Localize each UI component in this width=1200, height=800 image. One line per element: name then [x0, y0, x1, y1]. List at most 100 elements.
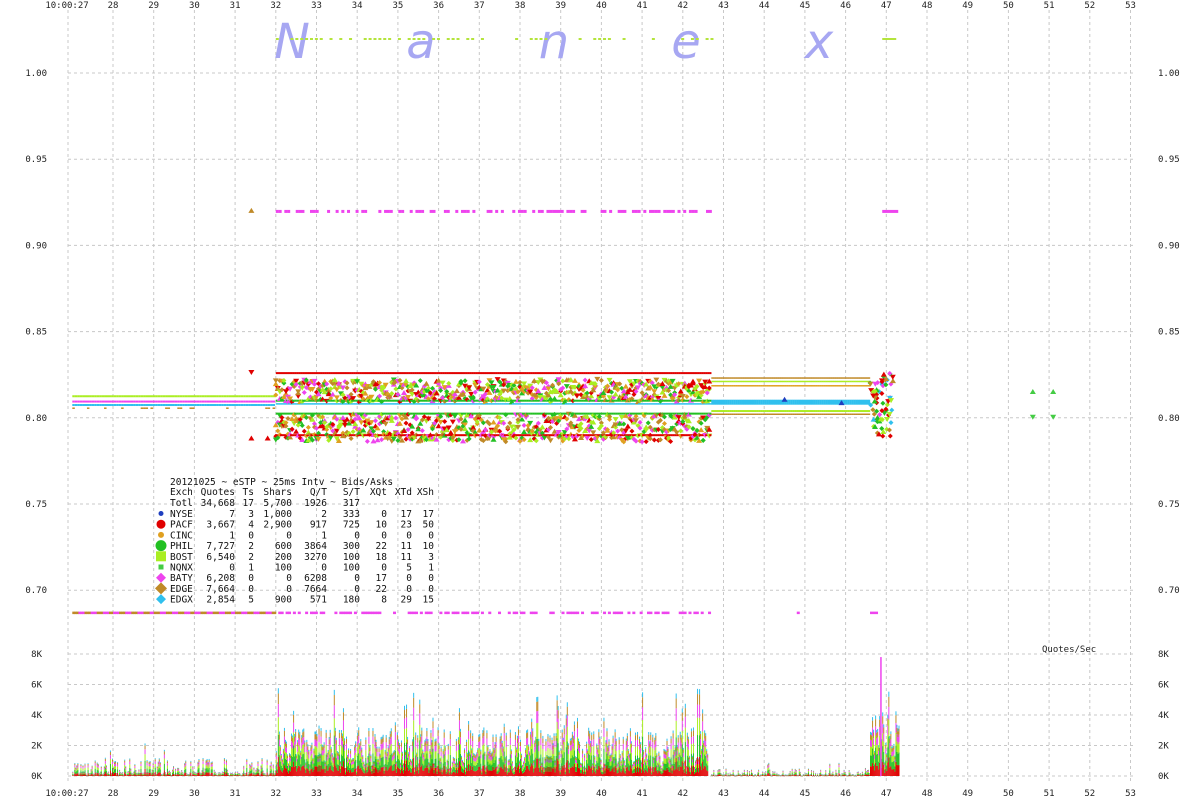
quote-tick [310, 372, 313, 375]
volume-bar [139, 775, 141, 776]
quote-tick [662, 372, 665, 375]
quote-tick [167, 395, 171, 398]
quote-tick [579, 403, 582, 405]
volume-bar [198, 768, 200, 773]
volume-bar [143, 775, 145, 776]
volume-bar [199, 774, 201, 776]
volume-bar [278, 755, 280, 767]
quote-tick [863, 377, 867, 379]
quote-tick [416, 412, 419, 415]
quote-tick [302, 399, 305, 402]
quote-tick [430, 412, 433, 415]
quote-tick [821, 377, 824, 379]
quote-tick [524, 372, 527, 375]
quote-tick [385, 412, 388, 415]
volume-bar [148, 769, 150, 773]
quote-tick [794, 380, 797, 383]
volume-bar [264, 775, 266, 776]
volume-bar [87, 763, 89, 765]
volume-bar [221, 773, 223, 776]
volume-bar [128, 774, 130, 776]
volume-bar [256, 774, 258, 776]
quote-tick [843, 410, 846, 413]
quote-dash [388, 38, 392, 40]
volume-bar [109, 770, 111, 776]
quote-tick [235, 404, 239, 407]
volume-bar [111, 772, 113, 776]
quote-tick [416, 434, 419, 437]
quote-tick [349, 434, 352, 437]
stats-row: 2,854 [206, 595, 235, 606]
quote-tick [774, 380, 777, 383]
quote-tick [199, 395, 202, 398]
quote-tick [497, 372, 500, 375]
quote-dash [471, 38, 475, 40]
quote-tick [546, 209, 550, 213]
quote-tick [786, 385, 789, 387]
quote-tick [849, 380, 852, 383]
volume-bar [251, 772, 253, 776]
volume-bar [125, 768, 127, 770]
volume-bar [145, 773, 147, 774]
quote-tick [327, 209, 331, 213]
quote-tick [684, 434, 688, 437]
quote-tick [391, 403, 394, 405]
quote-tick [542, 372, 545, 375]
volume-bar [283, 730, 285, 737]
quote-tick [338, 372, 342, 375]
quote-tick [670, 412, 673, 415]
quote-tick [528, 434, 531, 437]
quote-tick [123, 404, 127, 407]
quote-tick [741, 385, 745, 387]
quote-tick [865, 377, 869, 379]
quote-tick [491, 412, 494, 415]
volume-bar [246, 761, 248, 765]
quote-tick [707, 399, 710, 402]
quote-tick [96, 400, 100, 403]
quote-tick [660, 403, 663, 405]
quote-dash [534, 38, 538, 40]
quote-tick [536, 372, 539, 375]
volume-bar [173, 769, 175, 772]
volume-bar [278, 739, 280, 747]
quote-tick [475, 372, 478, 375]
quote-tick [733, 380, 736, 383]
volume-bar [192, 773, 194, 776]
quote-tick [806, 385, 810, 387]
quote-tick [448, 372, 451, 375]
quote-tick [546, 372, 549, 375]
quote-tick [845, 385, 848, 387]
volume-bar [79, 773, 81, 775]
quote-tick [497, 412, 500, 415]
stats-row: 0 [406, 530, 412, 541]
quote-tick [108, 404, 112, 407]
volume-bar [173, 766, 175, 768]
quote-tick [794, 377, 797, 379]
volume-bar [132, 774, 134, 776]
legend-marker [156, 519, 166, 529]
quote-tick [505, 434, 508, 437]
quote-tick [426, 372, 429, 375]
volume-bar [98, 775, 100, 776]
quote-tick [760, 410, 763, 413]
volume-bar [224, 774, 226, 776]
volume-bar [208, 772, 210, 776]
volume-bar [113, 771, 114, 775]
volume-bar [80, 770, 82, 774]
quote-tick [708, 611, 712, 615]
quote-tick [811, 410, 814, 413]
stats-row: 1 [428, 563, 434, 574]
quote-tick [361, 412, 364, 415]
quote-tick [564, 372, 567, 375]
quote-tick [754, 410, 757, 413]
quote-tick [782, 410, 785, 413]
volume-bar [79, 773, 81, 774]
volume-bar [274, 772, 276, 774]
quote-tick [281, 399, 285, 402]
volume-bar [105, 770, 107, 774]
quote-tick [580, 209, 584, 213]
volume-bar [105, 767, 107, 769]
volume-bar [90, 771, 92, 773]
volume-bar [281, 767, 283, 773]
quote-tick [815, 377, 818, 379]
